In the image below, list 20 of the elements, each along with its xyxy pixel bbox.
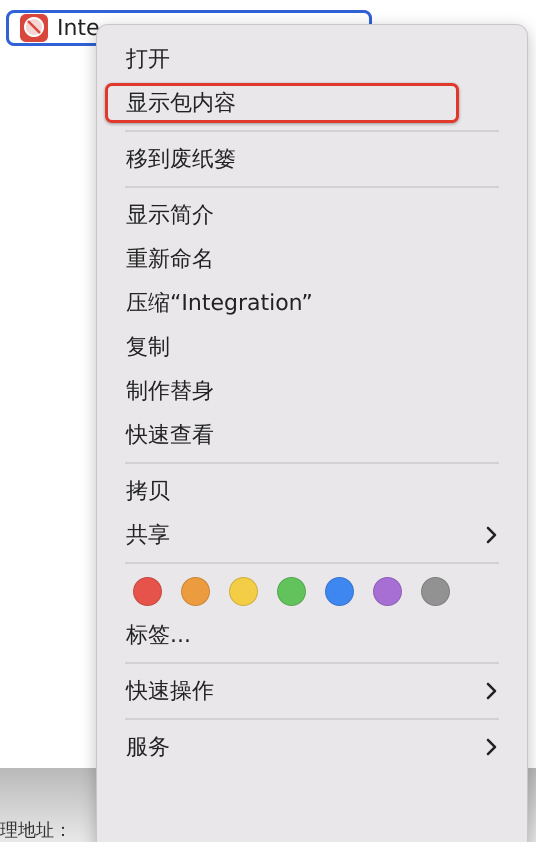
app-icon <box>19 13 49 43</box>
menu-item[interactable]: 拷贝 <box>105 471 519 511</box>
menu-item[interactable]: 重新命名 <box>105 239 519 279</box>
menu-item[interactable]: 复制 <box>105 327 519 367</box>
menu-item[interactable]: 制作替身 <box>105 371 519 411</box>
menu-item[interactable]: 服务 <box>105 727 519 767</box>
menu-item[interactable]: 打开 <box>105 39 519 79</box>
chevron-right-icon <box>486 738 498 756</box>
menu-item[interactable]: 显示简介 <box>105 195 519 235</box>
menu-item[interactable]: 快速查看 <box>105 415 519 455</box>
file-name: Inte <box>57 14 100 42</box>
menu-item[interactable]: 标签... <box>105 615 519 655</box>
menu-item[interactable]: 压缩“Integration” <box>105 283 519 323</box>
background-label: 理地址： <box>0 822 72 840</box>
menu-item[interactable]: 共享 <box>105 515 519 555</box>
menu-item[interactable]: 移到废纸篓 <box>105 139 519 179</box>
menu-item[interactable]: 显示包内容 <box>105 83 459 123</box>
chevron-right-icon <box>486 682 498 700</box>
menu-item[interactable]: 快速操作 <box>105 671 519 711</box>
chevron-right-icon <box>486 526 498 544</box>
